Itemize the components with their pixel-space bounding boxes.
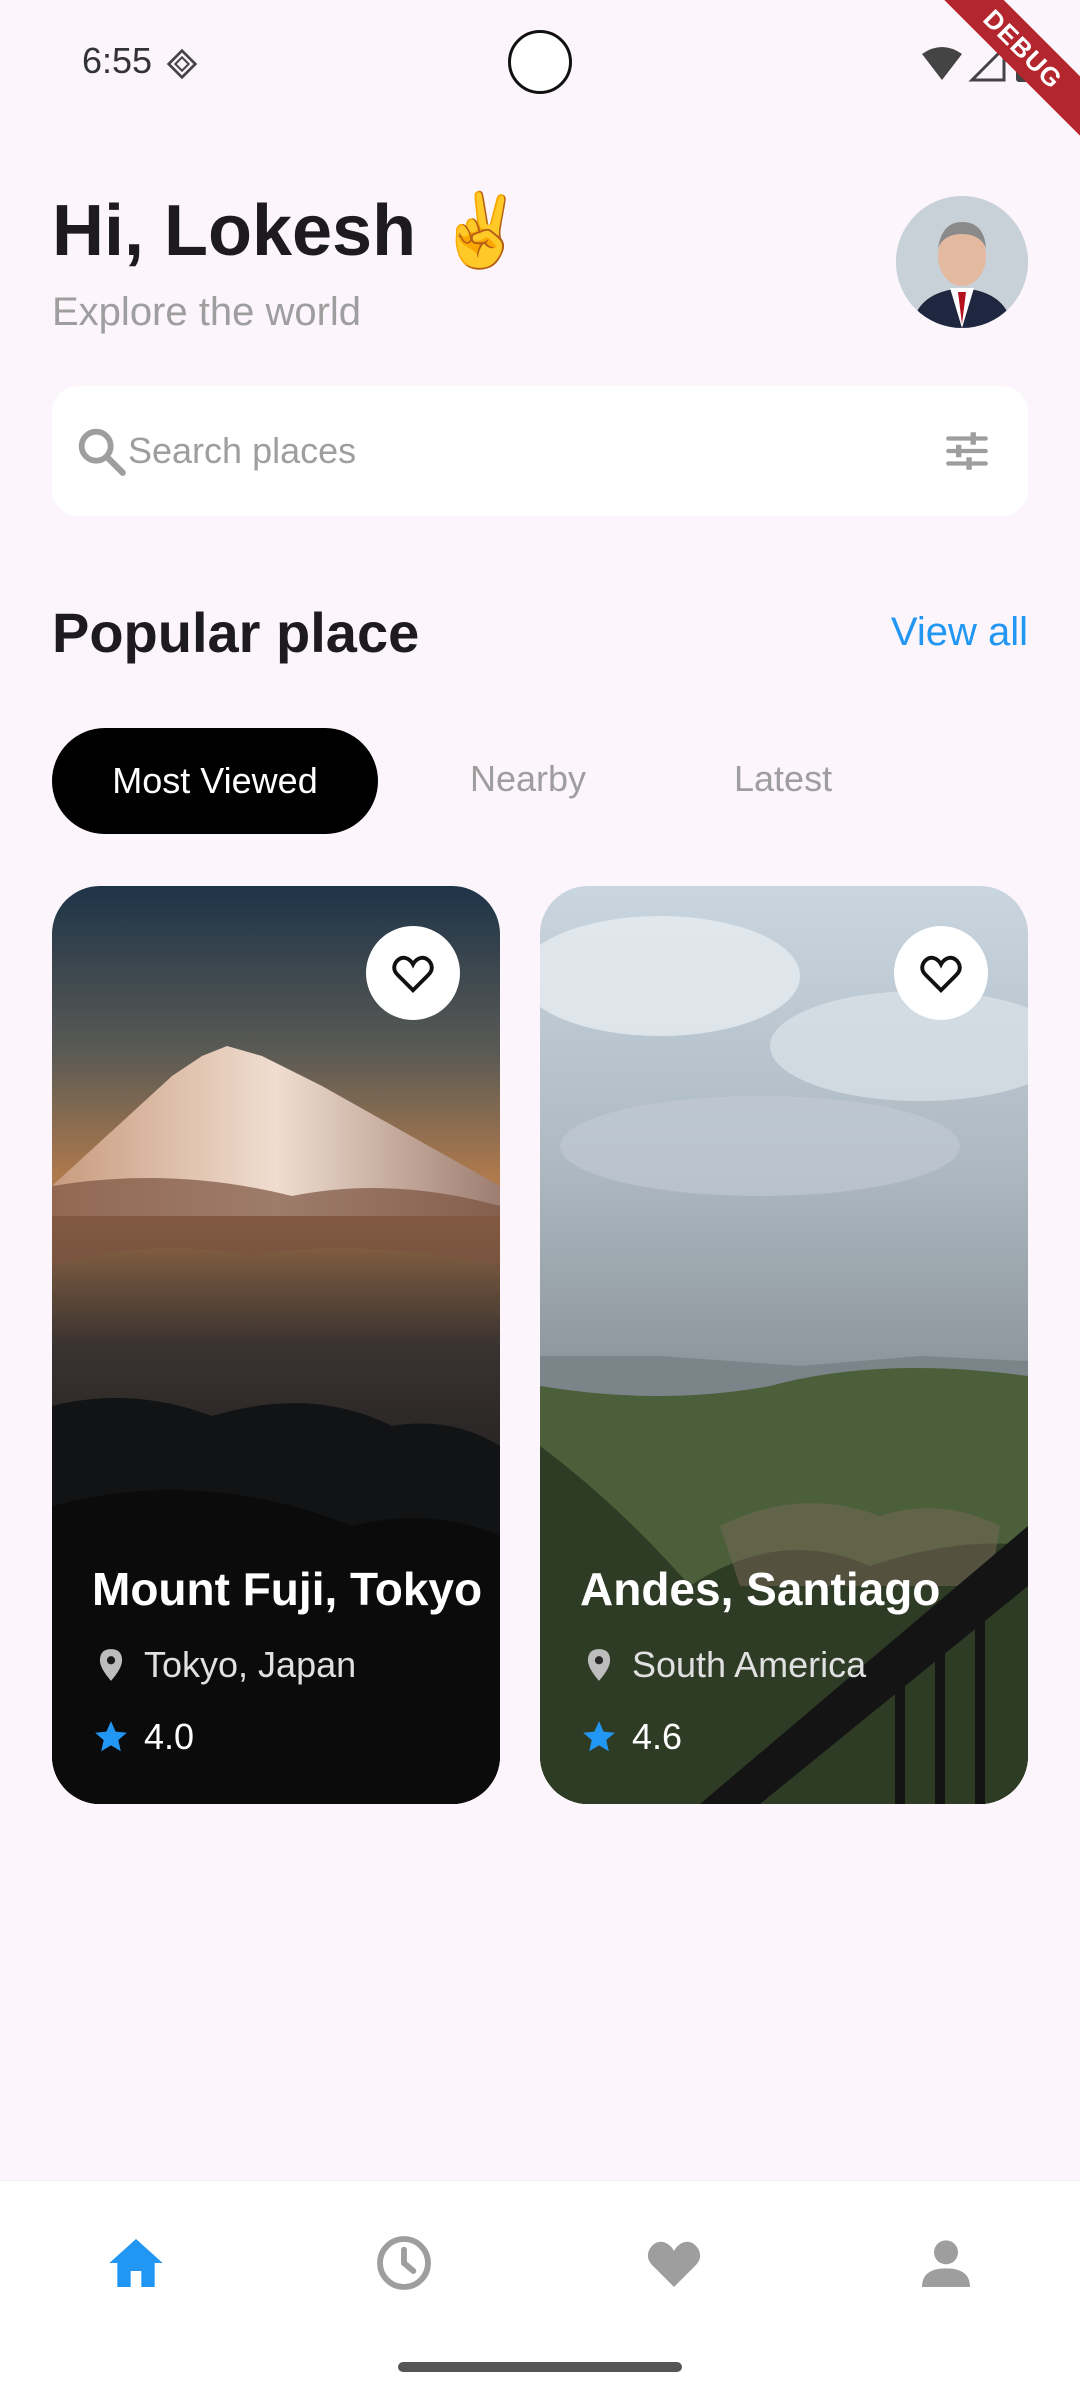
tab-latest[interactable]: Latest <box>734 758 832 800</box>
profile-icon[interactable] <box>914 2231 978 2295</box>
tab-nearby[interactable]: Nearby <box>470 758 586 800</box>
home-icon[interactable] <box>104 2231 168 2295</box>
wifi-icon <box>922 47 962 80</box>
place-location: South America <box>580 1644 866 1686</box>
status-bar: 6:55 DEBUG <box>0 0 1080 146</box>
favorite-button[interactable] <box>366 926 460 1020</box>
heart-outline-icon <box>392 955 434 993</box>
favorite-button[interactable] <box>894 926 988 1020</box>
place-card-andes[interactable]: Andes, Santiago South America 4.6 <box>540 886 1028 1804</box>
place-location-text: South America <box>632 1644 867 1685</box>
history-icon[interactable] <box>372 2231 436 2295</box>
greeting-title: Hi, Lokesh ✌️ <box>52 191 526 271</box>
search-input[interactable] <box>128 416 888 486</box>
place-card-mount-fuji[interactable]: Mount Fuji, Tokyo Tokyo, Japan 4.0 <box>52 886 500 1804</box>
notification-icon <box>166 48 198 80</box>
search-icon <box>78 428 126 476</box>
place-location-text: Tokyo, Japan <box>144 1644 357 1685</box>
section-title: Popular place <box>52 601 420 664</box>
place-title: Mount Fuji, Tokyo <box>92 1563 483 1615</box>
location-pin-icon <box>99 1649 123 1681</box>
tab-most-viewed[interactable]: Most Viewed <box>52 728 378 834</box>
camera-cutout <box>508 30 572 94</box>
status-time: 6:55 <box>82 40 153 81</box>
greeting-subtitle: Explore the world <box>52 290 362 334</box>
star-icon <box>583 1721 615 1752</box>
star-icon <box>95 1721 127 1752</box>
place-title: Andes, Santiago <box>580 1563 941 1615</box>
place-rating-value: 4.6 <box>632 1716 683 1757</box>
location-pin-icon <box>587 1649 611 1681</box>
place-rating: 4.0 <box>92 1716 194 1758</box>
home-indicator <box>398 2362 682 2372</box>
heart-outline-icon <box>920 955 962 993</box>
place-location: Tokyo, Japan <box>92 1644 356 1686</box>
search-bar[interactable] <box>52 386 1028 516</box>
place-rating-value: 4.0 <box>144 1716 195 1757</box>
view-all-link[interactable]: View all <box>891 610 1028 655</box>
avatar[interactable] <box>896 196 1028 328</box>
filter-icon[interactable] <box>942 426 992 476</box>
place-rating: 4.6 <box>580 1716 682 1758</box>
heart-icon[interactable] <box>642 2231 706 2295</box>
